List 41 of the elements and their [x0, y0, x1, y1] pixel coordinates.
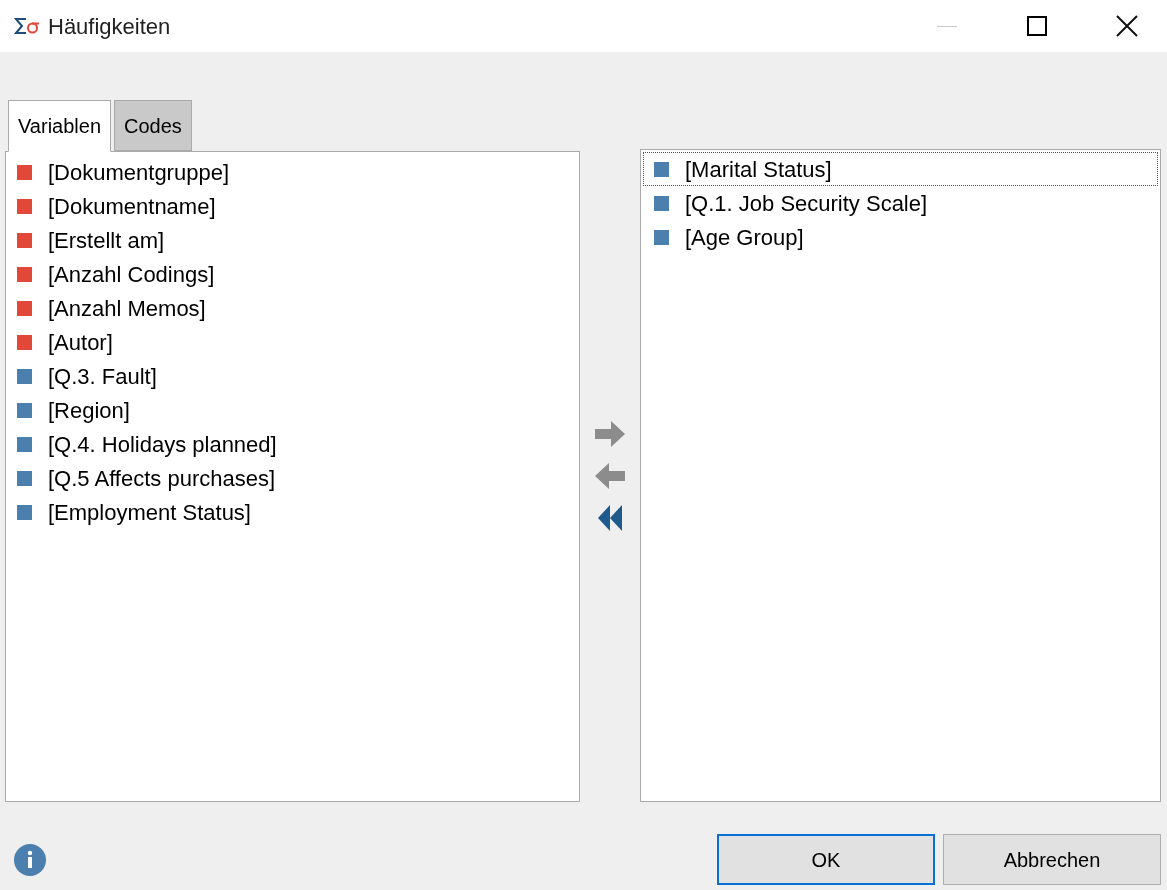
tab[interactable]: Codes: [114, 100, 192, 151]
item-label: [Dokumentname]: [48, 192, 216, 221]
list-item[interactable]: [Age Group]: [643, 220, 1158, 254]
close-icon: [1116, 15, 1138, 37]
item-label: [Q.5 Affects purchases]: [48, 464, 276, 493]
item-label: [Q.4. Holidays planned]: [48, 430, 277, 459]
list-item[interactable]: [Anzahl Memos]: [6, 291, 579, 325]
list-item[interactable]: [Employment Status]: [6, 495, 579, 529]
item-label: [Anzahl Codings]: [48, 260, 215, 289]
list-item[interactable]: [Dokumentname]: [6, 189, 579, 223]
list-item[interactable]: [Q.4. Holidays planned]: [6, 427, 579, 461]
list-item[interactable]: [Marital Status]: [643, 152, 1158, 186]
item-label: [Dokumentgruppe]: [48, 158, 229, 187]
item-label: [Marital Status]: [685, 155, 832, 184]
tab[interactable]: Variablen: [8, 100, 112, 152]
item-label: [Erstellt am]: [48, 226, 165, 255]
item-label: [Region]: [48, 396, 130, 425]
list-item[interactable]: [Q.1. Job Security Scale]: [643, 186, 1158, 220]
list-item[interactable]: [Q.5 Affects purchases]: [6, 461, 579, 495]
arrow-left-icon[interactable]: [595, 463, 625, 489]
item-label: [Employment Status]: [48, 498, 251, 527]
list-item[interactable]: [Q.3. Fault]: [6, 359, 579, 393]
list-item[interactable]: [Erstellt am]: [6, 223, 579, 257]
item-label: [Autor]: [48, 328, 113, 357]
window-title: Häufigkeiten: [48, 12, 171, 41]
double-arrow-left-icon[interactable]: [598, 505, 622, 531]
dialog-button[interactable]: OK: [717, 834, 935, 885]
item-label: [Q.1. Job Security Scale]: [685, 189, 928, 218]
maximize-icon: [1027, 16, 1047, 36]
item-label: [Age Group]: [685, 223, 804, 252]
list-item[interactable]: [Region]: [6, 393, 579, 427]
list-item[interactable]: [Dokumentgruppe]: [6, 155, 579, 189]
sigma-icon: [14, 17, 40, 35]
arrow-right-icon[interactable]: [595, 421, 625, 447]
list-item[interactable]: [Anzahl Codings]: [6, 257, 579, 291]
dialog-button[interactable]: Abbrechen: [943, 834, 1161, 885]
minimize-icon: [937, 25, 957, 27]
list-item[interactable]: [Autor]: [6, 325, 579, 359]
item-label: [Anzahl Memos]: [48, 294, 206, 323]
info-icon[interactable]: [14, 843, 46, 876]
item-label: [Q.3. Fault]: [48, 362, 157, 391]
